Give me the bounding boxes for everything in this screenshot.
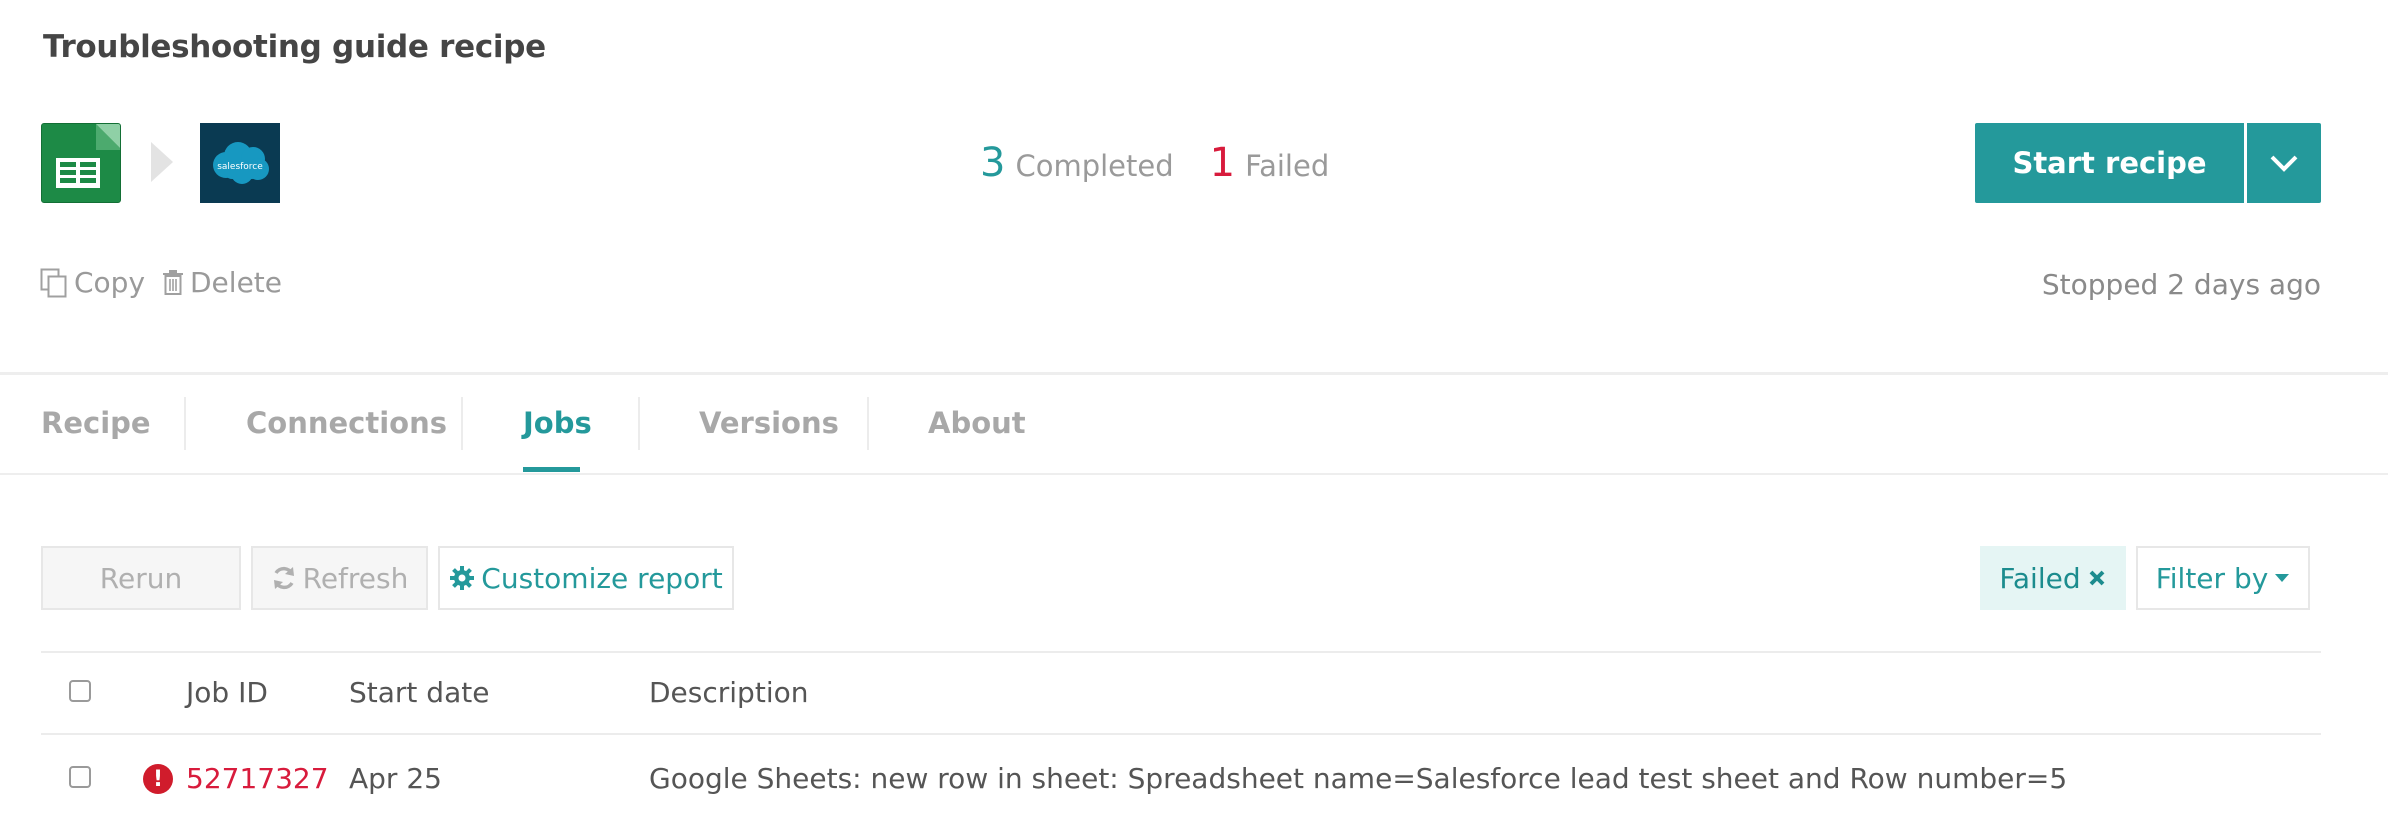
copy-label: Copy <box>74 266 146 299</box>
tab-about[interactable]: About <box>928 406 1026 440</box>
column-header-description[interactable]: Description <box>649 676 808 709</box>
job-stats: 3 Completed 1 Failed <box>980 140 1329 186</box>
recipe-title: Troubleshooting guide recipe <box>43 29 546 65</box>
start-recipe-button[interactable]: Start recipe <box>1975 123 2244 203</box>
job-id-link[interactable]: 52717327 <box>186 762 329 795</box>
trash-icon <box>163 269 183 295</box>
row-checkbox[interactable] <box>69 766 91 788</box>
customize-report-button[interactable]: Customize report <box>438 546 734 610</box>
salesforce-icon: salesforce <box>200 123 280 203</box>
job-description: Google Sheets: new row in sheet: Spreads… <box>649 762 2068 795</box>
tab-separator <box>867 397 869 450</box>
failed-filter-label: Failed <box>1999 561 2081 595</box>
tab-connections[interactable]: Connections <box>246 406 447 440</box>
active-tab-indicator <box>523 467 580 472</box>
tab-recipe[interactable]: Recipe <box>41 406 151 440</box>
tab-jobs[interactable]: Jobs <box>523 406 592 440</box>
column-header-job-id[interactable]: Job ID <box>186 676 268 709</box>
start-options-dropdown-button[interactable] <box>2247 123 2321 203</box>
copy-icon <box>40 268 67 297</box>
tab-versions[interactable]: Versions <box>699 406 839 440</box>
refresh-button[interactable]: Refresh <box>251 546 428 610</box>
customize-label: Customize report <box>481 561 723 595</box>
google-sheets-icon <box>41 123 121 203</box>
chevron-down-icon <box>2270 155 2298 172</box>
filter-by-label: Filter by <box>2155 561 2269 595</box>
copy-button[interactable]: Copy <box>40 266 145 299</box>
failed-filter-chip[interactable]: Failed <box>1980 546 2126 610</box>
caret-down-icon <box>2275 574 2290 582</box>
recipe-status: Stopped 2 days ago <box>2041 268 2321 301</box>
completed-count: 3 <box>980 140 1006 186</box>
filter-by-dropdown[interactable]: Filter by <box>2136 546 2310 610</box>
column-header-start-date[interactable]: Start date <box>349 676 489 709</box>
header-divider <box>0 372 2388 375</box>
refresh-icon <box>273 566 294 590</box>
table-top-border <box>41 651 2321 653</box>
failed-count: 1 <box>1209 140 1236 186</box>
select-all-checkbox[interactable] <box>69 680 91 702</box>
close-icon[interactable] <box>2087 568 2107 588</box>
table-header-divider <box>41 733 2321 735</box>
svg-text:salesforce: salesforce <box>217 162 263 172</box>
delete-button[interactable]: Delete <box>162 266 282 299</box>
job-start-date: Apr 25 <box>349 762 442 795</box>
flow-arrow-icon <box>151 142 173 182</box>
gear-icon <box>450 566 475 590</box>
delete-label: Delete <box>190 266 282 299</box>
completed-label: Completed <box>1015 149 1174 183</box>
tab-separator <box>461 397 463 450</box>
rerun-button[interactable]: Rerun <box>41 546 241 610</box>
refresh-label: Refresh <box>302 561 409 595</box>
tab-separator <box>184 397 186 450</box>
tab-separator <box>638 397 640 450</box>
tabs-divider <box>0 473 2388 475</box>
failed-label: Failed <box>1245 149 1330 183</box>
error-icon: ! <box>143 764 173 794</box>
